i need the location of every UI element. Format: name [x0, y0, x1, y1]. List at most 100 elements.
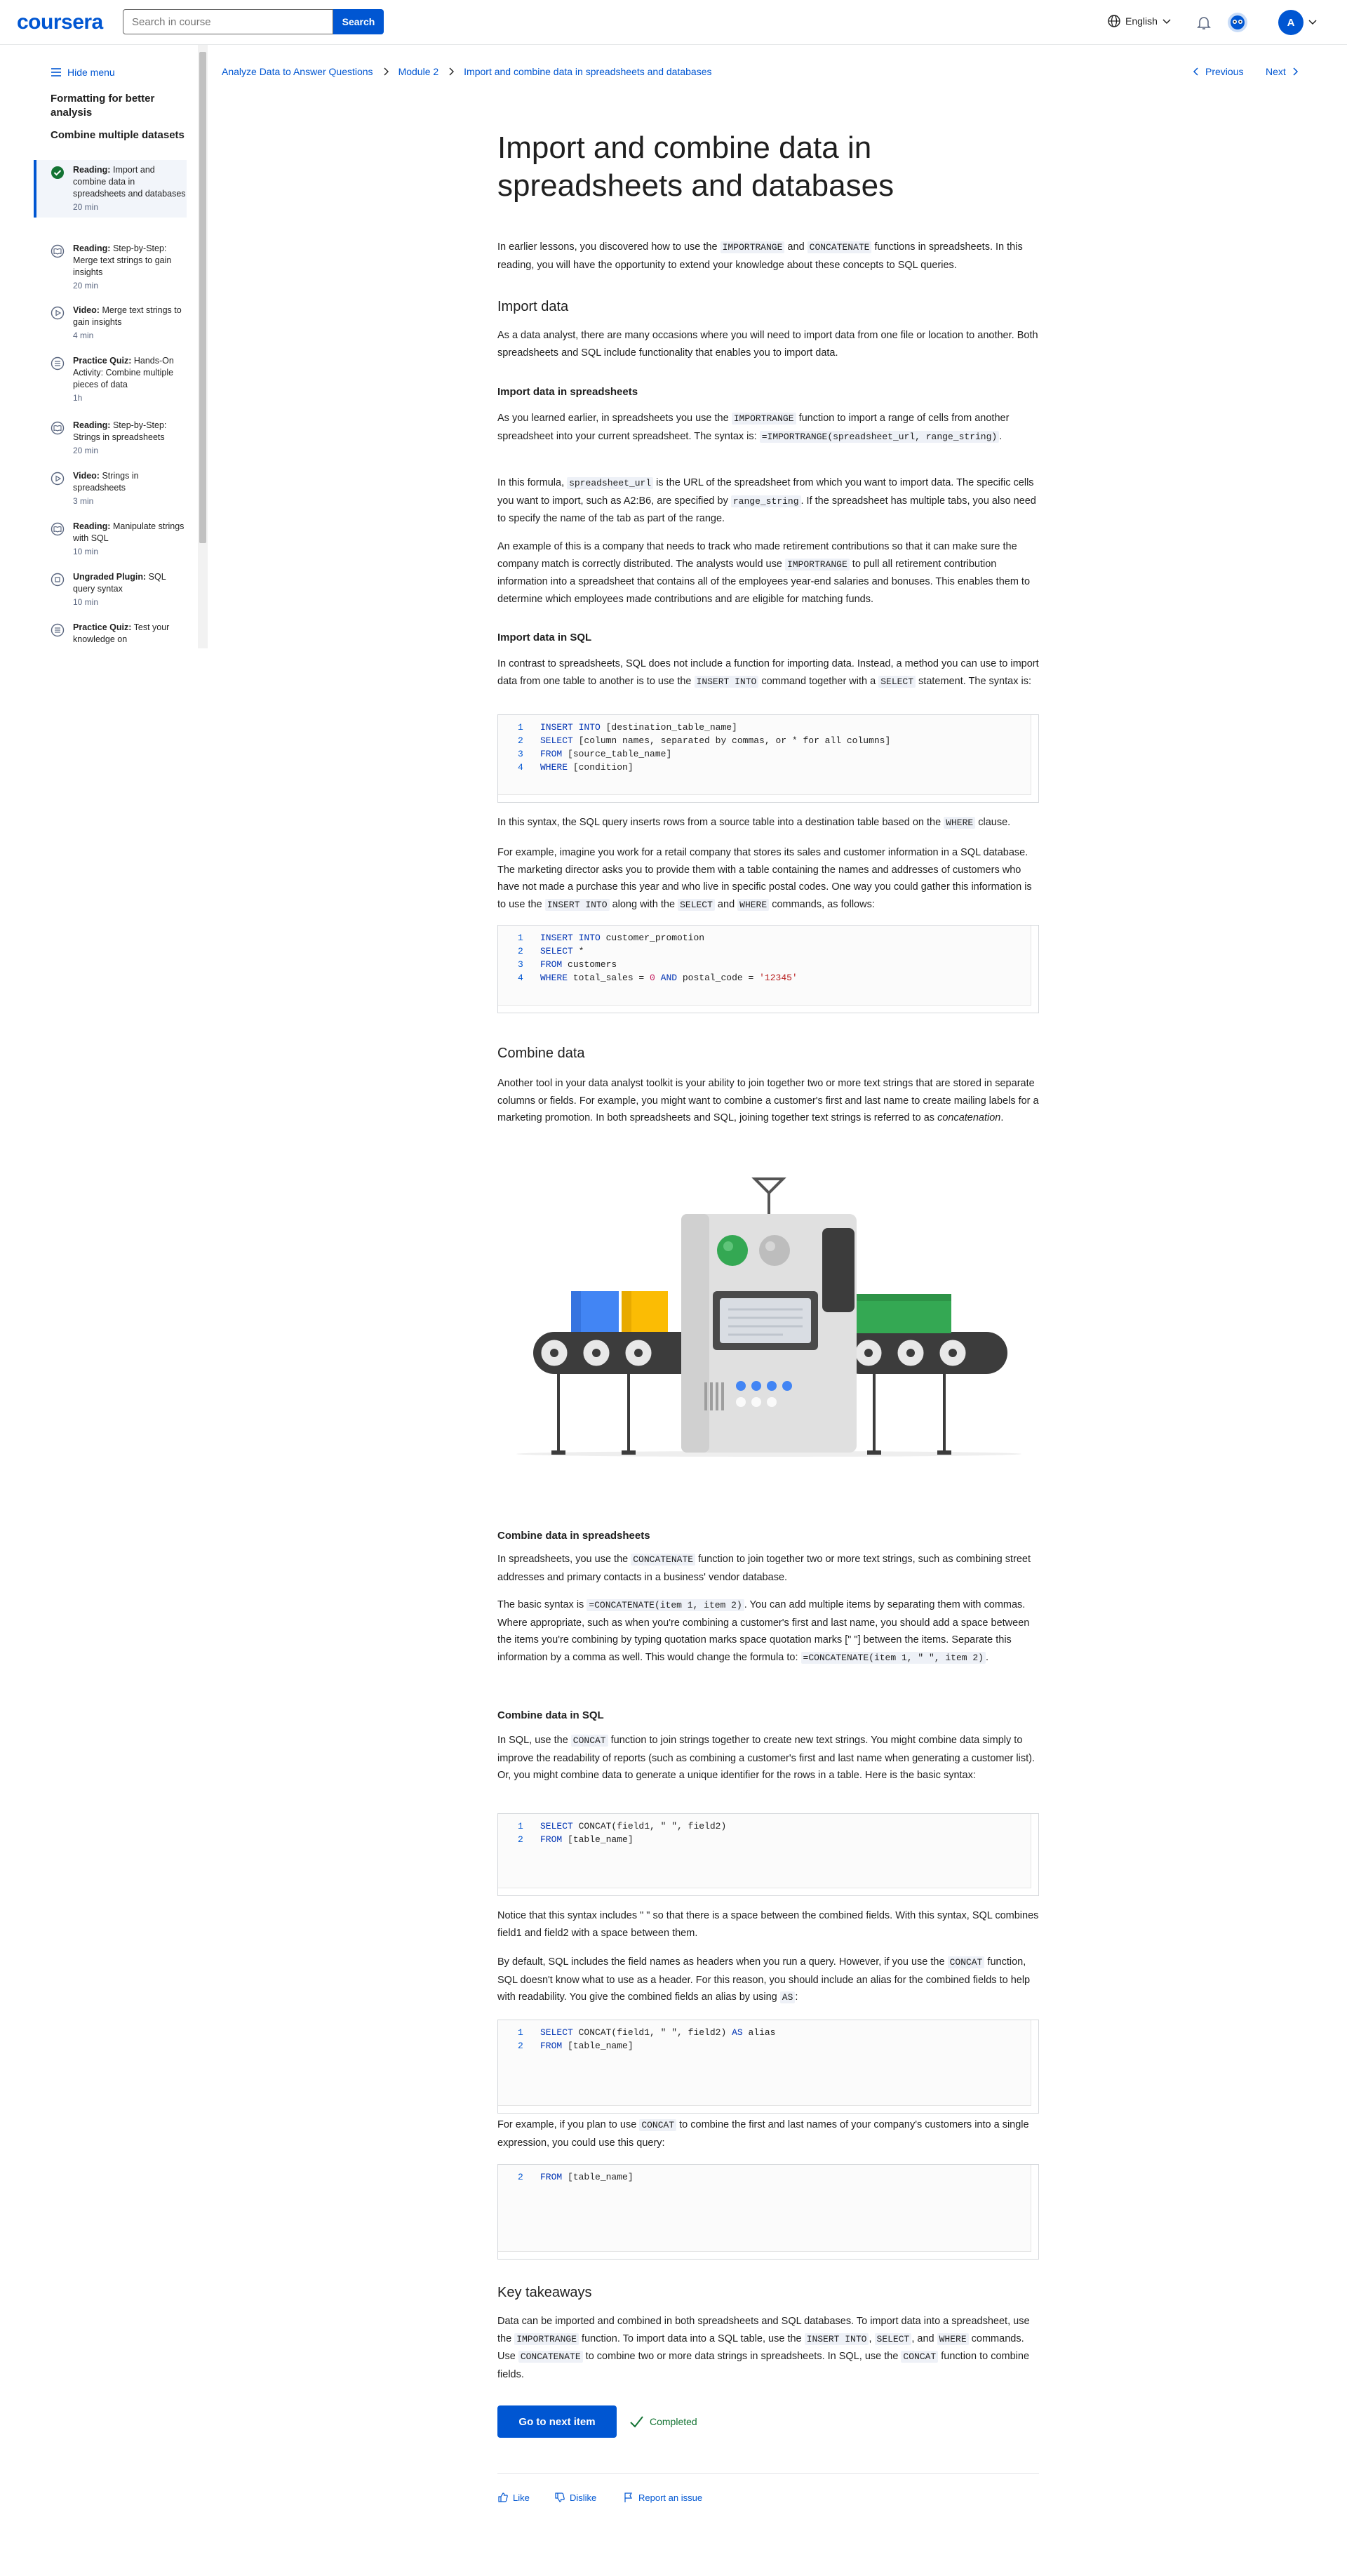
next-button[interactable]: Next	[1266, 66, 1300, 77]
combine-sql-paragraph-3: By default, SQL includes the field names…	[497, 1956, 1031, 2003]
sidebar-item-reading-manipulate-strings[interactable]: Reading: Manipulate strings with SQL 10 …	[34, 516, 187, 562]
code-block-insert-example[interactable]: 1 INSERT INTO customer_promotion 2 SELECT …	[497, 925, 1039, 1013]
report-label: Report an issue	[638, 2492, 703, 2503]
code-line: 1 INSERT INTO [destination_table_name]	[518, 722, 737, 733]
page-title: Import and combine data in spreadsheets …	[497, 131, 894, 203]
chevron-right-icon	[449, 67, 455, 76]
globe-icon	[1108, 15, 1120, 27]
search-input[interactable]	[123, 9, 333, 34]
video-icon	[51, 472, 65, 486]
like-label: Like	[513, 2492, 530, 2503]
combine-data-heading: Combine data	[497, 1046, 585, 1061]
combine-sql-heading: Combine data in SQL	[497, 1709, 604, 1721]
item-type: Practice Quiz:	[73, 622, 132, 632]
sidebar-item-quiz-test-knowledge[interactable]: Practice Quiz: Test your knowledge on	[34, 618, 187, 648]
item-duration: 20 min	[73, 202, 99, 212]
combine-sheets-paragraph-1: In spreadsheets, you use the CONCATENATE…	[497, 1554, 1031, 1583]
search-button[interactable]: Search	[333, 9, 384, 34]
go-to-next-item-button[interactable]: Go to next item	[497, 2405, 617, 2438]
chevron-right-icon	[384, 67, 389, 76]
divider	[497, 2473, 1039, 2474]
code-line: 2 FROM [table_name]	[518, 2172, 634, 2182]
sidebar-item-reading-merge-strings[interactable]: Reading: Step-by-Step: Merge text string…	[34, 239, 187, 296]
scrollbar-thumb[interactable]	[199, 52, 206, 543]
quiz-icon	[51, 356, 65, 371]
module-title-current[interactable]: Combine multiple datasets	[51, 128, 191, 142]
combine-sql-paragraph-2: Notice that this syntax includes " " so …	[497, 1910, 1039, 1939]
code-line: 2 SELECT *	[518, 946, 584, 956]
completed-status: Completed	[629, 2414, 697, 2429]
item-duration: 20 min	[73, 281, 99, 291]
hide-menu-button[interactable]: Hide menu	[51, 67, 115, 78]
import-sql-heading: Import data in SQL	[497, 632, 592, 643]
code-block-concat-example[interactable]: 2 FROM [table_name]	[497, 2164, 1039, 2260]
import-sql-paragraph-3: For example, imagine you work for a reta…	[497, 847, 1032, 911]
intro-paragraph: In earlier lessons, you discovered how t…	[497, 241, 1023, 271]
code-line: 2 FROM [table_name]	[518, 2041, 634, 2051]
sidebar-item-video-merge-strings[interactable]: Video: Merge text strings to gain insigh…	[34, 300, 187, 346]
import-sql-paragraph-1: In contrast to spreadsheets, SQL does no…	[497, 658, 1039, 688]
item-duration: 20 min	[73, 446, 99, 455]
breadcrumb-current[interactable]: Import and combine data in spreadsheets …	[464, 66, 711, 77]
reading-icon	[51, 421, 65, 435]
report-issue-button[interactable]: Report an issue	[623, 2492, 702, 2503]
plugin-icon	[51, 573, 65, 587]
chevron-down-icon[interactable]	[1308, 17, 1318, 27]
previous-button[interactable]: Previous	[1191, 66, 1243, 77]
key-takeaways-paragraph: Data can be imported and combined in bot…	[497, 2316, 1030, 2380]
code-line: 1 SELECT CONCAT(field1, " ", field2) AS a…	[518, 2027, 776, 2038]
dislike-button[interactable]: Dislike	[554, 2492, 596, 2503]
breadcrumb-course[interactable]: Analyze Data to Answer Questions	[222, 66, 373, 77]
chevron-left-icon	[1193, 67, 1198, 76]
sidebar-scrollbar[interactable]	[198, 45, 208, 648]
import-sql-paragraph-2: In this syntax, the SQL query inserts ro…	[497, 817, 1011, 829]
item-type: Video:	[73, 305, 100, 315]
quiz-icon	[51, 623, 65, 637]
item-type: Video:	[73, 471, 100, 481]
breadcrumb: Analyze Data to Answer Questions Module …	[222, 66, 712, 77]
key-takeaways-heading: Key takeaways	[497, 2285, 592, 2300]
code-line: 3 FROM [source_table_name]	[518, 749, 672, 759]
sidebar-item-quiz-hands-on[interactable]: Practice Quiz: Hands-On Activity: Combin…	[34, 351, 187, 408]
sidebar-item-reading-import-combine[interactable]: Reading: Import and combine data in spre…	[34, 160, 187, 218]
item-duration: 4 min	[73, 331, 94, 340]
import-sheets-paragraph-2: In this formula, spreadsheet_url is the …	[497, 477, 1036, 524]
item-duration: 10 min	[73, 547, 99, 556]
sidebar-item-plugin-sql-syntax[interactable]: Ungraded Plugin: SQL query syntax 10 min	[34, 567, 187, 613]
code-line: 4 WHERE total_sales = 0 AND postal_code =…	[518, 973, 798, 983]
item-duration: 1h	[73, 393, 83, 403]
code-line: 4 WHERE [condition]	[518, 762, 634, 773]
code-line: 2 SELECT [column names, separated by comm…	[518, 735, 891, 746]
combine-sheets-paragraph-2: The basic syntax is =CONCATENATE(item 1,…	[497, 1599, 1030, 1664]
import-sheets-paragraph-3: An example of this is a company that nee…	[497, 541, 1031, 605]
import-data-paragraph: As a data analyst, there are many occasi…	[497, 330, 1038, 359]
item-duration: 3 min	[73, 496, 94, 506]
avatar[interactable]: A	[1278, 10, 1304, 35]
thumbs-up-icon	[498, 2492, 508, 2502]
module-title-prev[interactable]: Formatting for better analysis	[51, 92, 191, 120]
sidebar-item-video-strings-spreadsheets[interactable]: Video: Strings in spreadsheets 3 min	[34, 466, 187, 512]
sidebar-item-reading-strings-spreadsheets[interactable]: Reading: Step-by-Step: Strings in spread…	[34, 415, 187, 461]
import-sheets-paragraph-1: As you learned earlier, in spreadsheets …	[497, 413, 1010, 443]
dislike-label: Dislike	[570, 2492, 597, 2503]
code-block-concat-alias[interactable]: 1 SELECT CONCAT(field1, " ", field2) AS a…	[497, 2020, 1039, 2114]
reading-icon	[51, 244, 65, 258]
item-duration: 10 min	[73, 597, 99, 607]
like-button[interactable]: Like	[497, 2492, 530, 2503]
top-bar: coursera Search English A	[0, 0, 1347, 45]
code-block-concat-syntax[interactable]: 1 SELECT CONCAT(field1, " ", field2) 2 FRO…	[497, 1813, 1039, 1896]
import-data-heading: Import data	[497, 299, 569, 314]
item-type: Ungraded Plugin:	[73, 572, 147, 582]
coach-icon[interactable]	[1226, 11, 1249, 34]
bell-icon[interactable]	[1195, 14, 1212, 31]
breadcrumb-module[interactable]: Module 2	[398, 66, 439, 77]
language-selector[interactable]: English	[1107, 14, 1172, 28]
video-icon	[51, 306, 65, 320]
completed-label: Completed	[650, 2416, 697, 2427]
coursera-logo[interactable]: coursera	[17, 11, 103, 34]
item-type: Practice Quiz:	[73, 356, 132, 366]
code-block-insert-syntax[interactable]: 1 INSERT INTO [destination_table_name] 2S…	[497, 714, 1039, 803]
code-line: 1 SELECT CONCAT(field1, " ", field2)	[518, 1821, 727, 1831]
chevron-right-icon	[1293, 67, 1298, 76]
combine-sheets-heading: Combine data in spreadsheets	[497, 1530, 650, 1542]
